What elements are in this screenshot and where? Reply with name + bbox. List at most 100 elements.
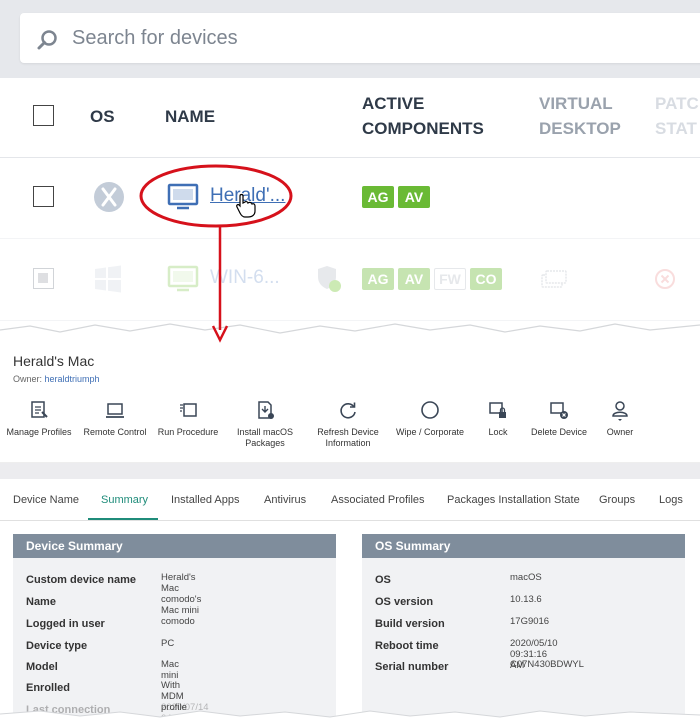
owner-label: Owner: [13, 374, 43, 384]
tool-label: Run Procedure [157, 427, 219, 437]
macos-x-icon [94, 182, 124, 212]
field-value: macOS [510, 572, 542, 583]
tab-groups[interactable]: Groups [599, 494, 635, 506]
device-title: Herald's Mac [13, 353, 95, 369]
tab-device-name[interactable]: Device Name [13, 494, 79, 506]
column-header-name[interactable]: NAME [165, 104, 215, 129]
column-header-patch-status[interactable]: PATC STAT [655, 91, 699, 141]
table-row[interactable]: Herald'... AG AV [0, 157, 700, 239]
install-packages-icon [258, 401, 274, 419]
av-badge: AV [398, 268, 430, 290]
card-heading: Device Summary [13, 534, 336, 558]
field-value: 17G9016 [510, 616, 550, 627]
device-list-panel: OS NAME ACTIVE COMPONENTS VIRTUAL DESKTO… [0, 0, 700, 330]
owner-link[interactable]: heraldtriumph [45, 374, 100, 384]
field-label: OS version [375, 596, 434, 608]
tool-label: Packages [245, 438, 285, 448]
device-name-link[interactable]: WIN-6... [210, 267, 280, 289]
device-title-bar: Herald's Mac Owner: heraldtriumph [0, 345, 700, 393]
column-header-virtual-desktop[interactable]: VIRTUAL DESKTOP [539, 91, 621, 141]
tool-label: Lock [488, 427, 508, 437]
field-value: Herald's Mac [161, 572, 196, 594]
field-value: comodo [161, 616, 195, 627]
device-toolbar: Manage Profiles Remote Control Run Proce… [0, 395, 700, 463]
field-value: 10.13.6 [510, 594, 542, 605]
run-procedure-icon [180, 403, 197, 417]
field-label: Name [26, 596, 56, 608]
tool-label: Owner [606, 427, 634, 437]
os-summary-card: OS Summary OS macOS OS version 10.13.6 B… [362, 534, 685, 722]
search-input[interactable] [72, 23, 592, 53]
device-summary-card: Device Summary Custom device name Herald… [13, 534, 336, 722]
row-checkbox[interactable] [33, 268, 54, 289]
detail-tabs: Device Name Summary Installed Apps Antiv… [0, 479, 700, 521]
field-label: Model [26, 661, 58, 673]
field-label: OS [375, 574, 391, 586]
desktop-device-icon [167, 265, 199, 292]
field-label: Device type [26, 640, 88, 652]
field-value: C07N430BDWYL [510, 659, 584, 670]
column-header-os[interactable]: OS [90, 104, 115, 129]
header-line: ACTIVE [362, 94, 425, 113]
virtual-desktop-icon [541, 270, 567, 288]
shield-check-icon [318, 266, 341, 292]
tool-label: Remote Control [83, 427, 147, 437]
tab-summary[interactable]: Summary [101, 494, 148, 506]
tab-installed-apps[interactable]: Installed Apps [171, 494, 240, 506]
table-header: OS NAME ACTIVE COMPONENTS VIRTUAL DESKTO… [0, 78, 700, 158]
row-checkbox[interactable] [33, 186, 54, 207]
desktop-device-icon [167, 183, 199, 210]
torn-edge [0, 710, 700, 722]
field-label: Logged in user [26, 618, 105, 630]
tool-label: Delete Device [530, 427, 588, 437]
lock-button[interactable]: Lock [478, 399, 518, 438]
refresh-device-information-button[interactable]: Refresh Device Information [312, 399, 384, 449]
tab-band [0, 463, 700, 479]
co-badge: CO [470, 268, 502, 290]
search-icon [37, 30, 57, 50]
delete-device-button[interactable]: Delete Device [528, 399, 590, 438]
wipe-corporate-button[interactable]: Wipe / Corporate [392, 399, 468, 438]
search-box[interactable] [20, 13, 700, 63]
header-line: PATC [655, 94, 699, 113]
delete-device-icon [550, 402, 568, 419]
tool-label: Install macOS [236, 427, 294, 437]
run-procedure-button[interactable]: Run Procedure [155, 399, 221, 438]
remote-control-button[interactable]: Remote Control [80, 399, 150, 438]
tab-packages-installation-state[interactable]: Packages Installation State [447, 494, 580, 506]
manage-profiles-button[interactable]: Manage Profiles [5, 399, 73, 438]
fw-badge: FW [434, 268, 466, 290]
field-value: PC [161, 638, 175, 649]
field-label: Custom device name [26, 574, 137, 586]
field-label: Serial number [375, 661, 449, 673]
lock-icon [489, 402, 506, 418]
field-label: Build version [375, 618, 445, 630]
tab-associated-profiles[interactable]: Associated Profiles [331, 494, 425, 506]
field-value: comodo's Mac mini [161, 594, 202, 616]
field-value: Mac mini [161, 659, 179, 681]
av-badge: AV [398, 186, 430, 208]
owner-icon [612, 401, 628, 421]
device-name-link[interactable]: Herald'... [210, 185, 285, 207]
owner-button[interactable]: Owner [600, 399, 640, 438]
column-header-active-components[interactable]: ACTIVE COMPONENTS [362, 91, 484, 141]
tab-antivirus[interactable]: Antivirus [264, 494, 306, 506]
circle-icon [421, 401, 439, 419]
tool-label: Refresh Device [317, 427, 379, 437]
windows-icon [95, 265, 121, 293]
tool-label: Manage Profiles [6, 427, 72, 437]
install-macos-packages-button[interactable]: Install macOS Packages [228, 399, 302, 449]
header-line: STAT [655, 119, 697, 138]
select-all-checkbox[interactable] [33, 105, 54, 126]
tool-label: Wipe / Corporate [395, 427, 465, 437]
owner-line: Owner: heraldtriumph [13, 374, 100, 384]
error-status-icon [655, 269, 675, 289]
tool-label: Information [325, 438, 371, 448]
laptop-icon [106, 403, 124, 418]
table-row[interactable]: WIN-6... AG AV FW CO [0, 239, 700, 321]
refresh-icon [340, 402, 356, 419]
tab-logs[interactable]: Logs [659, 494, 683, 506]
ag-badge: AG [362, 268, 394, 290]
manage-profiles-icon [31, 401, 48, 418]
device-details-panel: Herald's Mac Owner: heraldtriumph Manage… [0, 345, 700, 722]
